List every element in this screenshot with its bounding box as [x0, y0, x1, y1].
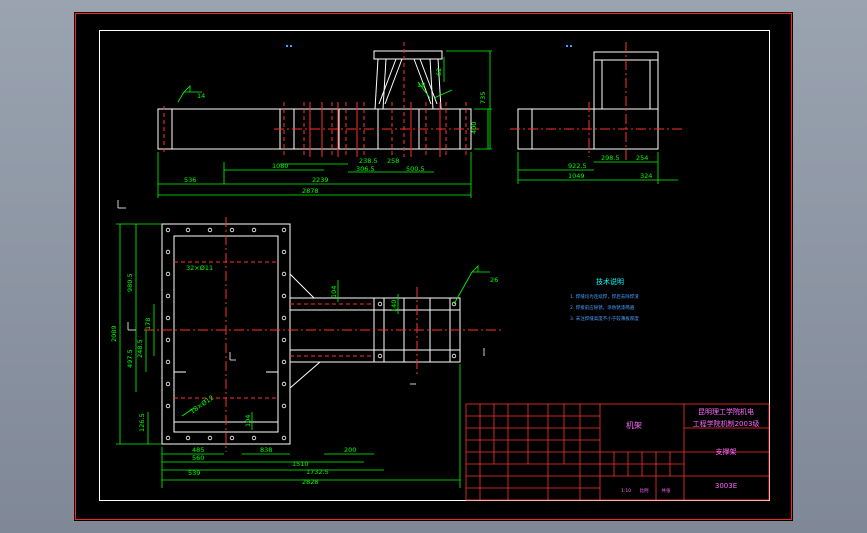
- front-a-frame: [373, 50, 443, 110]
- cad-viewport[interactable]: 536 1080 2239 2878 238.5 258 306.5 500.5…: [0, 0, 867, 533]
- dim-298-5: 298.5: [601, 154, 620, 162]
- drawing-sheet[interactable]: 536 1080 2239 2878 238.5 258 306.5 500.5…: [74, 12, 793, 521]
- dim-560: 560: [192, 454, 204, 462]
- scale-label-3: 共张: [662, 487, 671, 494]
- title-block-text: 机架 昆明理工学院机电 工程学院机制2003级 支撑架 3003E 1:10 比…: [621, 407, 759, 494]
- weld-symbol-plan: [471, 265, 479, 273]
- dim-62: 62: [435, 68, 443, 76]
- part-name: 机架: [626, 420, 642, 430]
- technical-notes: 技术说明 1. 焊缝均为连续焊，焊后去除焊渣 2. 焊接前应除锈，涂防锈漆两遍 …: [570, 277, 639, 322]
- dim-2089: 2089: [110, 325, 118, 342]
- plan-dimension-lines: [116, 223, 490, 488]
- ucs-icon-front: [117, 200, 126, 209]
- front-dim-text: 536 1080 2239 2878 238.5 258 306.5 500.5…: [184, 68, 487, 195]
- dim-238-5: 238.5: [359, 157, 378, 165]
- note-line-2: 2. 焊接前应除锈，涂防锈漆两遍: [570, 304, 635, 311]
- dim-838: 838: [260, 446, 272, 454]
- dim-922-5: 922.5: [568, 162, 587, 170]
- view-markers: [286, 45, 572, 47]
- ucs-icon-plan: [127, 322, 136, 331]
- scale-label-2: 比例: [640, 487, 649, 494]
- dim-324: 324: [640, 172, 652, 180]
- dim-248-5: 248.5: [136, 339, 144, 358]
- dim-104-b: 104: [244, 415, 252, 427]
- dim-178: 178: [144, 318, 152, 330]
- dim-2239: 2239: [312, 176, 329, 184]
- dim-1732-5: 1732.5: [306, 468, 329, 476]
- note-line-1: 1. 焊缝均为连续焊，焊后去除焊渣: [570, 293, 639, 300]
- dim-485: 485: [192, 446, 204, 454]
- dim-500-5: 500.5: [406, 165, 425, 173]
- scale-label-1: 1:10: [621, 488, 631, 494]
- drawing-number: 3003E: [715, 482, 737, 490]
- dim-2828: 2828: [302, 478, 319, 486]
- plan-view: [161, 223, 461, 445]
- dim-126-5: 126.5: [138, 413, 146, 432]
- dim-306-5: 306.5: [356, 165, 375, 173]
- dim-980-5: 980.5: [126, 273, 134, 292]
- dim-18: 18: [417, 81, 425, 89]
- side-view: [517, 51, 659, 150]
- dim-1510: 1510: [292, 460, 309, 468]
- weld-26: 26: [490, 276, 498, 284]
- side-dimension-lines: [517, 152, 678, 184]
- dim-200: 200: [344, 446, 356, 454]
- center-marker-plan: [229, 352, 236, 361]
- note-line-3: 3. 未注焊缝高度不小于较薄板厚度: [570, 315, 639, 322]
- school-line-1: 昆明理工学院机电: [698, 407, 754, 416]
- dim-536: 536: [184, 176, 196, 184]
- notes-title: 技术说明: [596, 277, 624, 286]
- drawing-canvas[interactable]: 536 1080 2239 2878 238.5 258 306.5 500.5…: [74, 12, 793, 521]
- drawing-name: 支撑架: [716, 447, 737, 456]
- plan-bolt-holes: [165, 227, 457, 441]
- dim-104-a: 104: [330, 286, 338, 298]
- dim-497-5: 497.5: [126, 349, 134, 368]
- dim-400: 400: [470, 122, 478, 134]
- dim-18-holes: 18×Ø12: [189, 394, 216, 416]
- dim-1080: 1080: [272, 162, 289, 170]
- dim-539: 539: [188, 469, 200, 477]
- plan-dim-text: 32×Ø11 18×Ø12 980.5 2089 497.5 126.5 178…: [110, 264, 498, 486]
- dim-1049: 1049: [568, 172, 585, 180]
- dim-735: 735: [479, 92, 487, 104]
- dim-32-holes: 32×Ø11: [186, 264, 213, 272]
- dim-258: 258: [387, 157, 399, 165]
- dim-254: 254: [636, 154, 648, 162]
- side-dim-text: 922.5 298.5 254 1049 324: [568, 154, 652, 180]
- school-line-2: 工程学院机制2003级: [693, 419, 760, 428]
- weld-symbol-front: [183, 85, 191, 93]
- front-view: [157, 50, 472, 150]
- dim-2878: 2878: [302, 187, 319, 195]
- weld-14: 14: [197, 92, 205, 100]
- dim-140: 140: [390, 300, 398, 312]
